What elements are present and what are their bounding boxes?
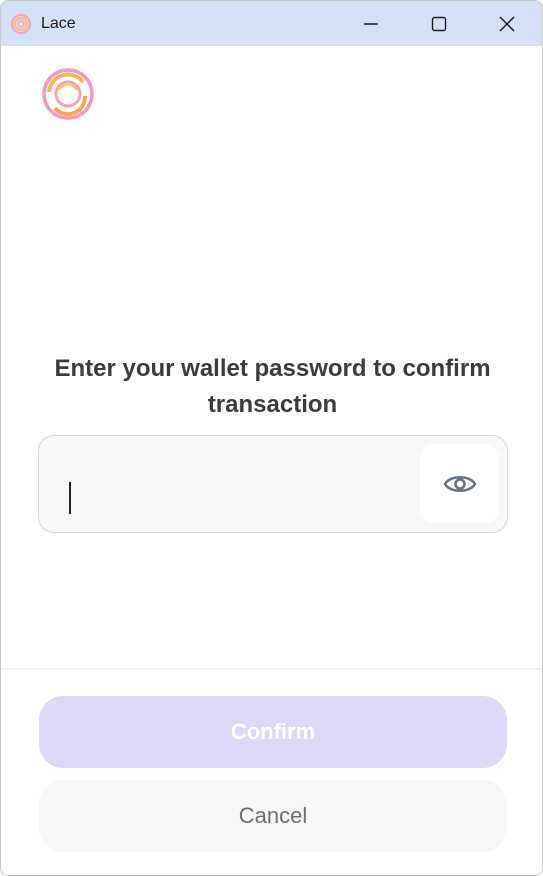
maximize-icon	[431, 16, 447, 31]
app-window: Lace Enter your wallet password to confi…	[0, 0, 543, 876]
maximize-button[interactable]	[405, 1, 473, 46]
eye-icon	[443, 475, 476, 492]
show-password-button[interactable]	[420, 444, 499, 523]
footer-divider	[1, 668, 542, 670]
minimize-icon	[364, 22, 378, 25]
text-caret	[69, 482, 71, 514]
close-icon	[499, 15, 515, 32]
lace-logo-icon	[42, 68, 94, 120]
minimize-button[interactable]	[337, 1, 405, 46]
cancel-button[interactable]: Cancel	[39, 780, 507, 852]
title-bar: Lace	[1, 1, 542, 46]
lace-logo-icon	[10, 13, 32, 35]
password-input[interactable]	[59, 456, 419, 512]
window-title: Lace	[41, 15, 76, 32]
page-title: Enter your wallet password to confirm tr…	[54, 355, 491, 418]
close-window-button[interactable]	[473, 1, 541, 46]
confirm-button[interactable]: Confirm	[39, 696, 507, 768]
password-field[interactable]	[38, 435, 508, 533]
